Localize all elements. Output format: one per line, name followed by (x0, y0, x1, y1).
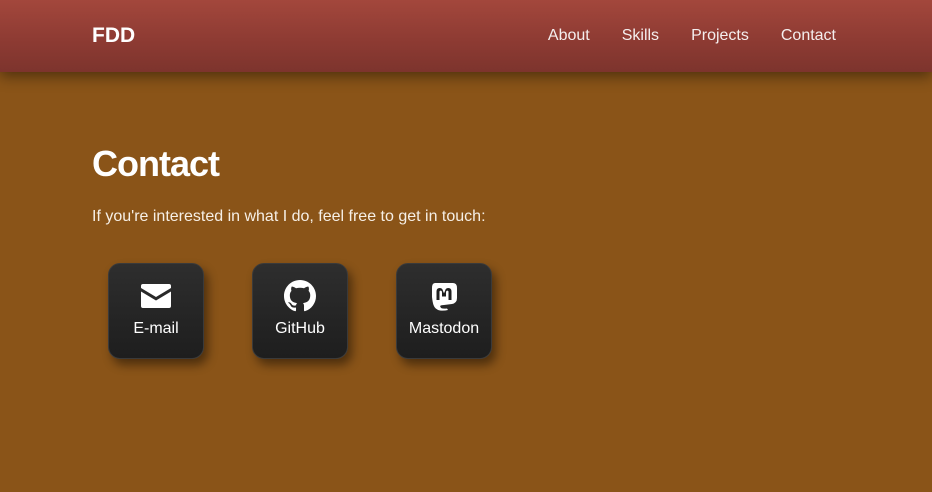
page-title: Contact (92, 143, 220, 184)
nav-link-contact[interactable]: Contact (781, 26, 836, 46)
nav-link-skills[interactable]: Skills (622, 26, 659, 46)
contact-links: E-mail GitHub Mastodon (108, 263, 492, 359)
mastodon-icon (429, 280, 459, 312)
email-contact-label: E-mail (133, 320, 179, 337)
mastodon-contact-label: Mastodon (408, 320, 480, 337)
nav-link-projects[interactable]: Projects (691, 26, 749, 46)
brand-logo-link[interactable]: FDD (92, 24, 135, 48)
github-contact-label: GitHub (275, 320, 325, 337)
github-icon (284, 280, 316, 312)
email-contact-button[interactable]: E-mail (108, 263, 204, 359)
top-navbar: FDD About Skills Projects Contact (0, 0, 932, 72)
nav-link-about[interactable]: About (548, 26, 590, 46)
main-nav: About Skills Projects Contact (548, 26, 836, 46)
mastodon-contact-button[interactable]: Mastodon (396, 263, 492, 359)
envelope-icon (140, 280, 172, 312)
github-contact-button[interactable]: GitHub (252, 263, 348, 359)
intro-text: If you're interested in what I do, feel … (92, 208, 486, 225)
